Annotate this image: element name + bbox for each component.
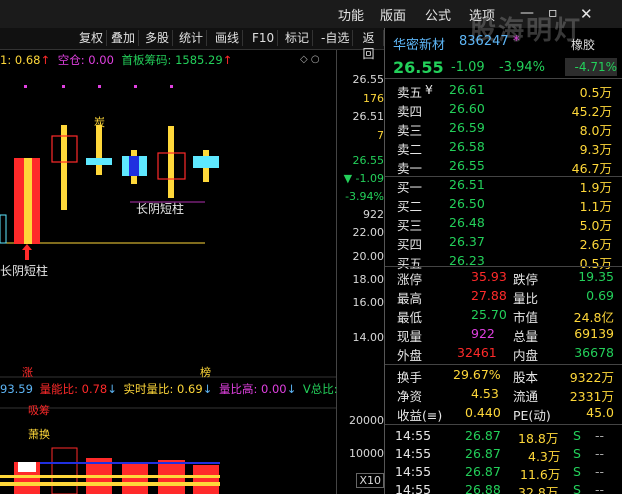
ask-row[interactable]: 卖五 ¥26.61 0.5万 — [385, 82, 616, 101]
candle-inner — [24, 158, 32, 244]
volume-indicator-line: 93.59 量能比: 0.78↓ 实时量比: 0.69↓ 量比高: 0.00↓ … — [0, 382, 338, 396]
zoom-x10-button[interactable]: X10 — [356, 473, 384, 488]
menu-function[interactable]: 功能 — [338, 5, 364, 24]
menu-formula[interactable]: 公式 — [425, 5, 451, 24]
volume-ma-line — [0, 475, 220, 478]
ask-row[interactable]: 卖二 26.58 9.3万 — [385, 139, 616, 158]
bid-row[interactable]: 买三 26.48 5.0万 — [385, 215, 616, 234]
tick-row[interactable]: 14:55 26.87 4.3万 S -- — [385, 446, 622, 464]
volume-ma-line — [0, 482, 220, 486]
star-mark: * — [513, 34, 520, 49]
stats-block: 涨停 35.93 跌停 19.35 最高 27.88 量比 0.69 最低 25… — [397, 269, 614, 363]
separator — [385, 364, 622, 365]
tick-row[interactable]: 14:55 26.87 18.8万 S -- — [385, 428, 622, 446]
candle — [193, 156, 219, 168]
candle — [86, 158, 112, 165]
bid-row[interactable]: 买一 26.51 1.9万 — [385, 177, 616, 196]
back-button[interactable]: 返回 — [354, 30, 384, 61]
separator — [385, 78, 622, 79]
menu-layout[interactable]: 版面 — [380, 5, 406, 24]
ask-row[interactable]: 卖四 26.60 45.2万 — [385, 101, 616, 120]
axis-divider — [336, 50, 337, 494]
kline-chart[interactable]: 1: 0.68↑ 空仓: 0.00 首板筹码: 1585.29↑ ◇ ○ 26.… — [0, 50, 384, 494]
dot-row — [24, 85, 173, 88]
price-axis: 26.55 176 26.51 7 26.55 ▼ -1.09 -3.94% 9… — [343, 73, 384, 488]
ask-book: 卖五 ¥26.61 0.5万 卖四 26.60 45.2万 卖三 26.59 8.0万 卖二… — [385, 82, 622, 178]
tick-list: 14:55 26.87 18.8万 S -- 14:55 26.87 4.3万 … — [385, 428, 622, 494]
multi-stock-button[interactable]: 多股 — [142, 30, 174, 46]
ask-row[interactable]: 卖三 26.59 8.0万 — [385, 120, 616, 139]
f10-button[interactable]: F10 — [249, 30, 279, 46]
bang-label: 榜 — [200, 366, 211, 379]
volume-bar — [18, 462, 36, 472]
candle-inner — [129, 156, 139, 176]
separator — [385, 266, 622, 267]
bid-book: 买一 26.51 1.9万 买二 26.50 1.1万 买三 26.48 5.0万 买四 26… — [385, 177, 622, 273]
volume-bar — [193, 465, 219, 494]
dot-mark — [98, 85, 101, 88]
candle-plot — [0, 85, 336, 494]
mark-button[interactable]: 标记 — [282, 30, 314, 46]
stock-code: 836247 — [459, 34, 509, 49]
changyin-label-2: 长阴短柱 — [0, 264, 49, 278]
stats-button[interactable]: 统计 — [176, 30, 208, 46]
tick-row[interactable]: 14:55 26.88 32.8万 S -- — [385, 482, 622, 494]
dot-mark — [62, 85, 65, 88]
watchlist-button[interactable]: -自选 — [318, 30, 354, 46]
draw-line-button[interactable]: 画线 — [212, 30, 244, 46]
side-pct-badge: -4.71% — [565, 58, 617, 76]
ask-row[interactable]: 卖一 26.55 46.7万 — [385, 158, 616, 177]
toolbar: 复权 叠加 多股 统计 画线 F10 标记 -自选 返回 — [0, 28, 384, 61]
huanshou-label: 萧换 — [28, 428, 50, 441]
up-arrow-stem — [25, 250, 29, 260]
dot-mark — [24, 85, 27, 88]
current-price: 26.55 — [393, 58, 444, 77]
bid-row[interactable]: 买四 26.37 2.6万 — [385, 234, 616, 253]
volume-bars — [0, 447, 220, 494]
industry-label[interactable]: 橡胶 — [571, 36, 595, 53]
tick-row[interactable]: 14:55 26.87 11.6万 S -- — [385, 464, 622, 482]
stock-name[interactable]: 华密新材 — [393, 34, 445, 53]
separator — [385, 424, 622, 425]
overlay-button[interactable]: 叠加 — [108, 30, 140, 46]
candle — [0, 214, 7, 244]
changyin-label-1: 长阴短柱 — [136, 202, 185, 216]
fundamentals-block: 换手 29.67% 股本 9322万 净资 4.53 流通 2331万 收益(≡… — [397, 367, 614, 423]
fuquan-button[interactable]: 复权 — [76, 30, 108, 46]
zhang-label: 涨 — [22, 366, 33, 379]
volume-ma-line — [40, 462, 220, 464]
volume-bar — [51, 447, 78, 494]
bid-row[interactable]: 买二 26.50 1.1万 — [385, 196, 616, 215]
xing-label: 炭 — [94, 116, 105, 129]
dot-mark — [170, 85, 173, 88]
up-arrow-mark — [22, 244, 32, 250]
price-change: -1.09 — [451, 60, 485, 75]
dot-mark — [134, 85, 137, 88]
xichou-label: 吸筹 — [28, 404, 50, 417]
price-change-pct: -3.94% — [499, 60, 545, 75]
